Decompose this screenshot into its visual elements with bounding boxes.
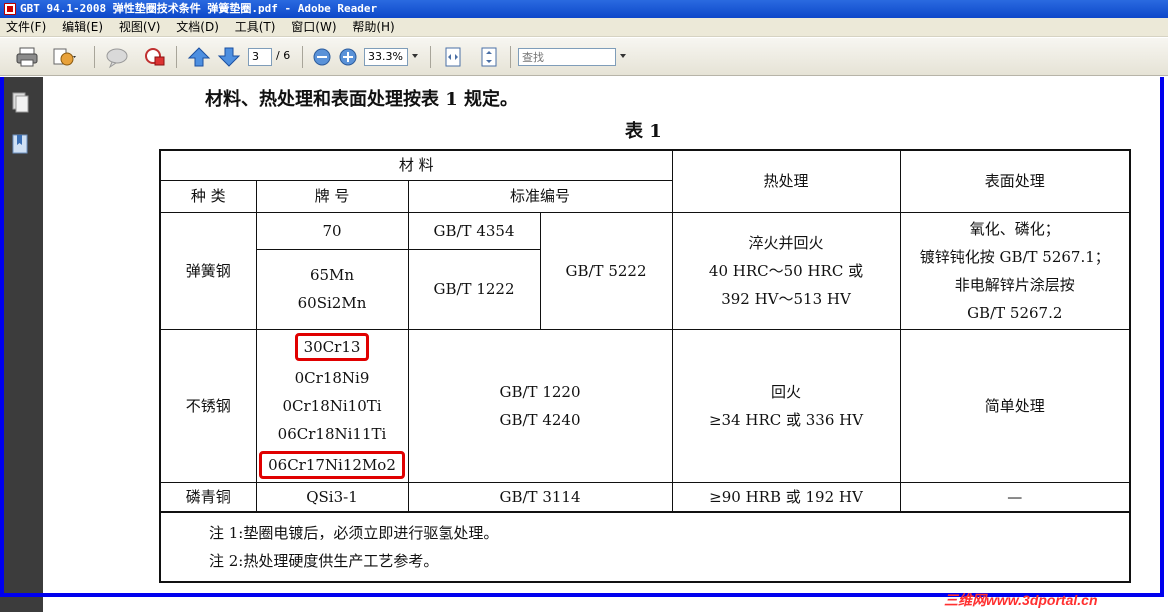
- surface-line: 镀锌钝化按 GB/T 5267.1；: [919, 247, 1110, 266]
- heat-line: 淬火并回火: [748, 233, 824, 252]
- toolbar-separator: [94, 46, 95, 68]
- page-total-label: / 6: [276, 49, 291, 62]
- site-watermark: 三维网www.3dportal.cn: [944, 592, 1098, 608]
- menu-edit[interactable]: 编辑(E): [56, 18, 109, 37]
- menu-help[interactable]: 帮助(H): [346, 18, 400, 37]
- grade-65mn-60si2mn: 65Mn 60Si2Mn: [255, 248, 409, 330]
- surface-treatment-bronze: —: [899, 481, 1131, 513]
- fit-width-icon[interactable]: [440, 45, 466, 69]
- standard-gbt3114: GB/T 3114: [407, 481, 673, 513]
- pages-panel-icon[interactable]: [10, 91, 30, 115]
- document-view[interactable]: 材料、热处理和表面处理按表 1 规定。 表 1 材 料 热处理 表面处理 种 类…: [43, 77, 1168, 612]
- navigation-panel: [0, 77, 43, 612]
- grade-line: 60Si2Mn: [297, 294, 367, 312]
- standard-gbt5222: GB/T 5222: [539, 211, 673, 330]
- toolbar-separator: [430, 46, 431, 68]
- fit-page-icon[interactable]: [476, 45, 502, 69]
- standard-line: GB/T 1220: [499, 382, 581, 401]
- search-dropdown-arrow-icon[interactable]: [620, 54, 626, 58]
- surface-line: GB/T 5267.2: [967, 303, 1063, 322]
- heat-line: 回火: [770, 382, 801, 401]
- table-title: 表 1: [625, 121, 662, 142]
- kind-stainless-steel: 不锈钢: [159, 328, 257, 483]
- highlighted-grade-30cr13: 30Cr13: [294, 332, 370, 361]
- header-standard: 标准编号: [407, 179, 673, 213]
- window-title: GBT 94.1-2008 弹性垫圈技术条件 弹簧垫圈.pdf - Adobe …: [20, 2, 378, 15]
- highlighted-grade-06cr17ni12mo2: 06Cr17Ni12Mo2: [259, 450, 405, 479]
- surface-line: 非电解锌片涂层按: [954, 275, 1075, 294]
- header-heat-treatment: 热处理: [671, 149, 901, 213]
- security-icon[interactable]: [142, 45, 168, 69]
- surface-treatment-stainless: 简单处理: [899, 328, 1131, 483]
- share-icon[interactable]: [50, 45, 78, 69]
- comment-icon[interactable]: [104, 45, 130, 69]
- header-grade: 牌 号: [255, 179, 409, 213]
- surface-treatment-spring-steel: 氧化、磷化； 镀锌钝化按 GB/T 5267.1； 非电解锌片涂层按 GB/T …: [899, 211, 1131, 330]
- toolbar-separator: [302, 46, 303, 68]
- note-1: 注 1:垫圈电镀后，必须立即进行驱氢处理。: [209, 524, 499, 542]
- material-spec-table: 材 料 热处理 表面处理 种 类 牌 号 标准编号 弹簧钢 70 GB/T 43…: [159, 149, 1131, 583]
- print-icon[interactable]: [14, 45, 40, 69]
- header-kind: 种 类: [159, 179, 257, 213]
- zoom-dropdown-arrow-icon[interactable]: [412, 54, 418, 58]
- standards-stainless: GB/T 1220 GB/T 4240: [407, 328, 673, 483]
- surface-line: 氧化、磷化；: [969, 219, 1060, 238]
- heat-treatment-spring-steel: 淬火并回火 40 HRC～50 HRC 或 392 HV～513 HV: [671, 211, 901, 330]
- toolbar-separator: [176, 46, 177, 68]
- zoom-in-icon[interactable]: [338, 45, 358, 69]
- grade-line: 06Cr18Ni11Ti: [277, 424, 387, 443]
- menu-file[interactable]: 文件(F): [0, 18, 52, 37]
- menu-window[interactable]: 窗口(W): [285, 18, 342, 37]
- kind-phosphor-bronze: 磷青铜: [159, 481, 257, 513]
- heat-treatment-bronze: ≥90 HRB 或 192 HV: [671, 481, 901, 513]
- menu-document[interactable]: 文档(D): [170, 18, 225, 37]
- grade-qsi3-1: QSi3-1: [255, 481, 409, 513]
- highlight-frame-right: [1160, 77, 1164, 597]
- table-notes: 注 1:垫圈电镀后，必须立即进行驱氢处理。 注 2:热处理硬度供生产工艺参考。: [159, 511, 1131, 583]
- heat-line: 392 HV～513 HV: [721, 289, 851, 308]
- page-number-input[interactable]: 3: [248, 48, 272, 66]
- intro-sentence: 材料、热处理和表面处理按表 1 规定。: [205, 89, 519, 110]
- standard-gbt4354: GB/T 4354: [407, 211, 541, 250]
- menu-view[interactable]: 视图(V): [113, 18, 167, 37]
- window-titlebar: GBT 94.1-2008 弹性垫圈技术条件 弹簧垫圈.pdf - Adobe …: [0, 0, 1168, 18]
- header-surface-treatment: 表面处理: [899, 149, 1131, 213]
- grade-line: 0Cr18Ni10Ti: [282, 396, 382, 415]
- menu-bar: 文件(F) 编辑(E) 视图(V) 文档(D) 工具(T) 窗口(W) 帮助(H…: [0, 18, 1168, 37]
- previous-page-icon[interactable]: [186, 45, 212, 69]
- highlight-frame-left: [0, 77, 4, 597]
- toolbar-separator: [510, 46, 511, 68]
- zoom-out-icon[interactable]: [312, 45, 332, 69]
- grade-line: 0Cr18Ni9: [294, 368, 370, 387]
- heat-treatment-stainless: 回火 ≥34 HRC 或 336 HV: [671, 328, 901, 483]
- kind-spring-steel: 弹簧钢: [159, 211, 257, 330]
- menu-tools[interactable]: 工具(T): [229, 18, 282, 37]
- standard-gbt1222: GB/T 1222: [407, 248, 541, 330]
- bookmarks-panel-icon[interactable]: [10, 133, 30, 157]
- heat-line: 40 HRC～50 HRC 或: [708, 261, 864, 280]
- grades-stainless: 30Cr13 0Cr18Ni9 0Cr18Ni10Ti 06Cr18Ni11Ti…: [255, 328, 409, 483]
- standard-line: GB/T 4240: [499, 410, 581, 429]
- toolbar: 3 / 6 33.3%: [0, 38, 1168, 76]
- adobe-reader-icon: [4, 3, 16, 15]
- zoom-level-input[interactable]: 33.3%: [364, 48, 408, 66]
- grade-70: 70: [255, 211, 409, 250]
- search-input[interactable]: [518, 48, 616, 66]
- heat-line: ≥34 HRC 或 336 HV: [708, 410, 864, 429]
- note-2: 注 2:热处理硬度供生产工艺参考。: [209, 552, 439, 570]
- next-page-icon[interactable]: [216, 45, 242, 69]
- grade-line: 65Mn: [309, 266, 355, 284]
- header-material: 材 料: [159, 149, 673, 181]
